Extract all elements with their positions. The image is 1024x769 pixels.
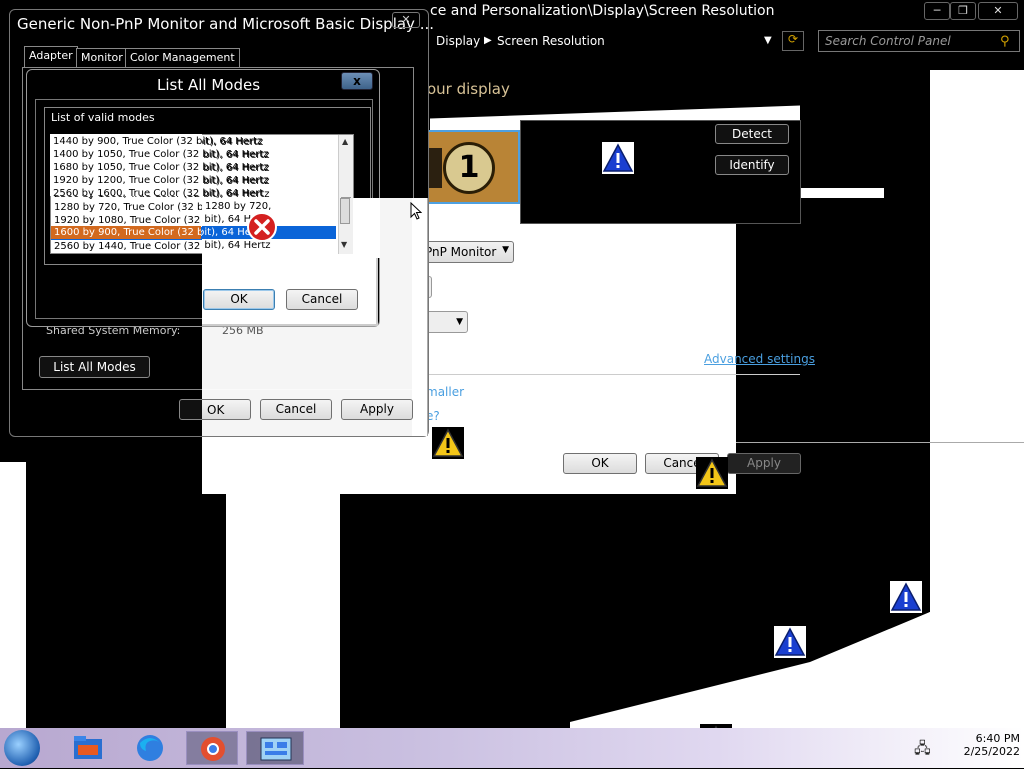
list-item[interactable]: 1400 by 1050, True Color (32 bit), 64 He…	[50, 148, 336, 161]
search-input[interactable]: Search Control Panel	[818, 30, 1020, 52]
modes-cancel-button[interactable]: Cancel	[286, 289, 358, 310]
dialog-edge	[412, 198, 428, 436]
ok-button[interactable]: OK	[563, 453, 637, 474]
dialog-title: List All Modes	[157, 76, 261, 94]
monitor-number-badge: 1	[443, 142, 495, 194]
breadcrumb-display[interactable]: Display	[436, 34, 480, 48]
error-icon	[246, 211, 278, 243]
scroll-up-icon[interactable]: ▲	[342, 137, 348, 146]
close-icon[interactable]: x	[341, 72, 373, 90]
address-bar[interactable]: Display ▶ Screen Resolution ▼ ⟳	[430, 30, 810, 52]
list-item[interactable]: 1440 by 900, True Color (32 bit), 64 Her…	[50, 135, 336, 148]
info-triangle-icon	[602, 142, 634, 174]
display-select-value: PnP Monitor	[425, 245, 497, 259]
chevron-down-icon: ▼	[456, 317, 463, 327]
mouse-cursor-icon	[410, 201, 423, 220]
properties-apply-button[interactable]: Apply	[341, 399, 413, 420]
warning-icon	[432, 427, 464, 459]
taskbar-firefox-icon[interactable]	[130, 731, 170, 765]
dialog-title: Generic Non-PnP Monitor and Microsoft Ba…	[17, 15, 435, 33]
tab-adapter[interactable]: Adapter	[24, 46, 78, 68]
properties-ok-label: OK	[207, 403, 225, 417]
address-dropdown-icon[interactable]: ▼	[764, 35, 772, 46]
clock-date: 2/25/2022	[963, 745, 1020, 758]
tab-monitor[interactable]: Monitor	[76, 48, 128, 68]
taskbar-file-explorer-icon[interactable]	[68, 731, 108, 765]
scroll-down-icon[interactable]: ▼	[341, 240, 347, 249]
system-clock[interactable]: 6:40 PM 2/25/2022	[920, 732, 1020, 758]
detect-button[interactable]: Detect	[715, 124, 789, 144]
modes-ok-button[interactable]: OK	[203, 289, 275, 310]
maximize-icon[interactable]: ❐	[950, 2, 976, 20]
breadcrumb-separator-icon: ▶	[484, 35, 492, 46]
start-button[interactable]	[4, 730, 40, 766]
glitch-area	[800, 188, 884, 198]
taskbar-chrome-icon[interactable]	[186, 731, 238, 765]
taskbar-control-panel-icon[interactable]	[246, 731, 304, 765]
list-item[interactable]: 1680 by 1050, True Color (32 bit), 64 He…	[50, 161, 336, 174]
list-all-modes-button[interactable]: List All Modes	[39, 356, 150, 378]
tab-color-management[interactable]: Color Management	[125, 48, 240, 68]
page-heading: our display	[427, 80, 510, 98]
warning-icon	[696, 457, 728, 489]
info-triangle-icon	[774, 626, 806, 658]
info-triangle-icon	[890, 581, 922, 613]
valid-modes-legend: List of valid modes	[51, 111, 155, 124]
chevron-down-icon: ▼	[502, 245, 509, 255]
close-icon[interactable]: ✕	[978, 2, 1018, 20]
identify-button[interactable]: Identify	[715, 155, 789, 175]
display-select[interactable]: PnP Monitor ▼	[420, 241, 514, 263]
close-icon[interactable]: ✕	[392, 12, 420, 28]
advanced-settings-link[interactable]: Advanced settings	[704, 352, 815, 366]
clock-time: 6:40 PM	[975, 732, 1020, 745]
list-item[interactable]: 1920 by 1200, True Color (32 bit), 64 He…	[50, 174, 336, 187]
search-icon[interactable]: ⚲	[1000, 34, 1010, 49]
glitch-area	[0, 462, 26, 728]
glitch-area	[226, 494, 340, 728]
divider	[420, 374, 800, 375]
divider	[736, 442, 1024, 443]
minimize-icon[interactable]: ─	[924, 2, 950, 20]
refresh-icon[interactable]: ⟳	[782, 31, 804, 51]
list-item-selected-glitch: 1600 by 900, True Color (32 bit), 64 Her…	[54, 227, 201, 238]
properties-cancel-button[interactable]: Cancel	[260, 399, 332, 420]
breadcrumb-screen-resolution[interactable]: Screen Resolution	[497, 34, 605, 48]
control-panel-title: ce and Personalization\Display\Screen Re…	[430, 3, 775, 19]
apply-button[interactable]: Apply	[727, 453, 801, 474]
make-text-smaller-link[interactable]: maller	[426, 385, 464, 399]
scroll-thumb[interactable]	[340, 198, 350, 224]
glitch-area	[930, 70, 1024, 442]
